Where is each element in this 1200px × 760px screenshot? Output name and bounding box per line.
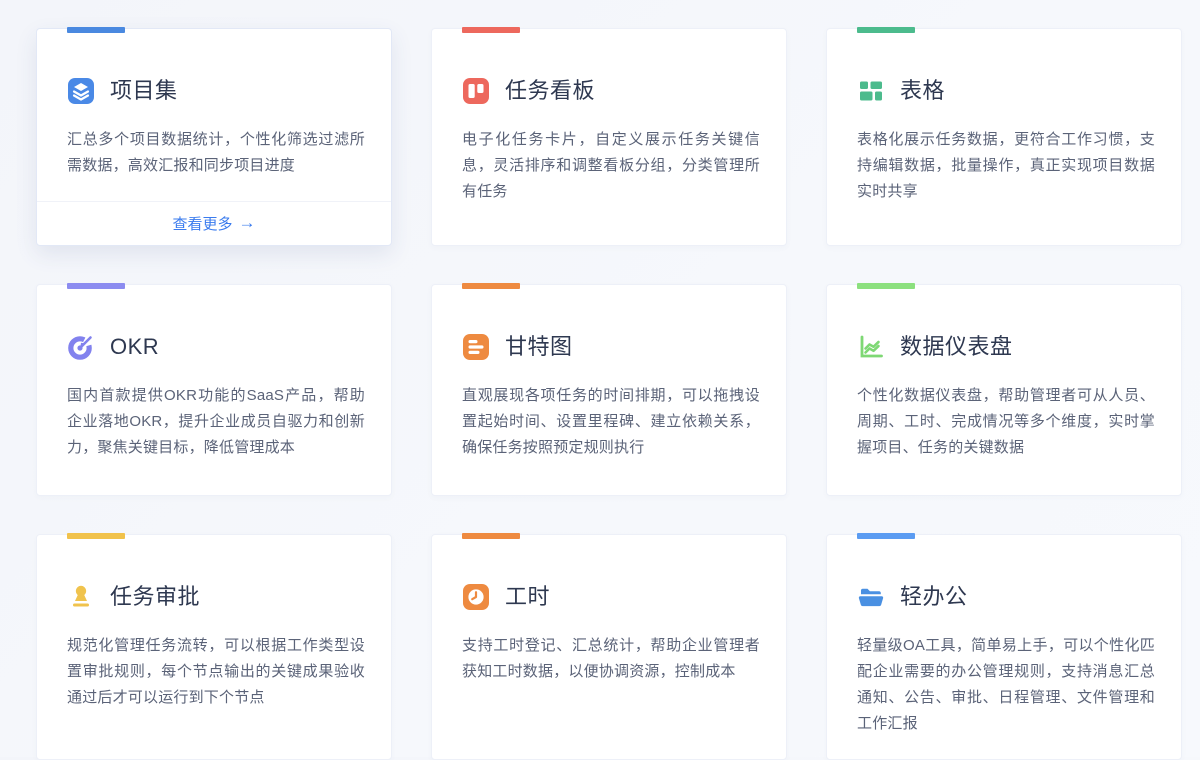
accent-bar <box>462 27 520 33</box>
accent-bar <box>857 27 915 33</box>
card-title: 项目集 <box>110 78 178 103</box>
card-title: 任务审批 <box>110 584 201 609</box>
stamp-icon <box>67 583 95 611</box>
card-description: 国内首款提供OKR功能的SaaS产品，帮助企业落地OKR，提升企业成员自驱力和创… <box>67 387 365 456</box>
card-description: 汇总多个项目数据统计，个性化筛选过滤所需数据，高效汇报和同步项目进度 <box>67 131 365 174</box>
card-title: 数据仪表盘 <box>900 334 1013 359</box>
feature-card-work-hours[interactable]: 工时 支持工时登记、汇总统计，帮助企业管理者获知工时数据，以便协调资源，控制成本 <box>431 533 787 760</box>
accent-bar <box>857 283 915 289</box>
card-description: 支持工时登记、汇总统计，帮助企业管理者获知工时数据，以便协调资源，控制成本 <box>462 637 760 680</box>
view-more-link[interactable]: 查看更多 → <box>172 213 255 234</box>
feature-card-okr[interactable]: OKR 国内首款提供OKR功能的SaaS产品，帮助企业落地OKR，提升企业成员自… <box>36 283 392 496</box>
card-title: OKR <box>110 334 160 359</box>
clock-icon <box>462 583 490 611</box>
card-description: 电子化任务卡片，自定义展示任务关键信息，灵活排序和调整看板分组，分类管理所有任务 <box>462 131 760 200</box>
feature-card-gantt[interactable]: 甘特图 直观展现各项任务的时间排期，可以拖拽设置起始时间、设置里程碑、建立依赖关… <box>431 283 787 496</box>
kanban-icon <box>462 77 490 105</box>
card-description: 表格化展示任务数据，更符合工作习惯，支持编辑数据，批量操作，真正实现项目数据实时… <box>857 131 1155 200</box>
accent-bar <box>462 533 520 539</box>
card-title: 轻办公 <box>900 584 968 609</box>
feature-card-table[interactable]: 表格 表格化展示任务数据，更符合工作习惯，支持编辑数据，批量操作，真正实现项目数… <box>826 27 1182 246</box>
layers-icon <box>67 77 95 105</box>
accent-bar <box>67 27 125 33</box>
card-title: 表格 <box>900 78 946 103</box>
okr-target-icon <box>67 333 95 361</box>
card-footer: 查看更多 → <box>37 201 391 245</box>
accent-bar <box>857 533 915 539</box>
arrow-right-icon: → <box>238 213 256 232</box>
accent-bar <box>67 533 125 539</box>
card-title: 工时 <box>505 584 551 609</box>
card-description: 个性化数据仪表盘，帮助管理者可从人员、周期、工时、完成情况等多个维度，实时掌握项… <box>857 387 1155 456</box>
feature-card-project-set[interactable]: 项目集 汇总多个项目数据统计，个性化筛选过滤所需数据，高效汇报和同步项目进度 查… <box>36 27 392 246</box>
line-chart-icon <box>857 333 885 361</box>
card-description: 规范化管理任务流转，可以根据工作类型设置审批规则，每个节点输出的关键成果验收通过… <box>67 637 365 706</box>
view-more-label: 查看更多 <box>172 216 233 233</box>
feature-card-task-approval[interactable]: 任务审批 规范化管理任务流转，可以根据工作类型设置审批规则，每个节点输出的关键成… <box>36 533 392 760</box>
open-folder-icon <box>857 583 885 611</box>
card-title: 甘特图 <box>505 334 573 359</box>
table-grid-icon <box>857 77 885 105</box>
feature-card-light-office[interactable]: 轻办公 轻量级OA工具，简单易上手，可以个性化匹配企业需要的办公管理规则，支持消… <box>826 533 1182 760</box>
accent-bar <box>67 283 125 289</box>
card-description: 轻量级OA工具，简单易上手，可以个性化匹配企业需要的办公管理规则，支持消息汇总通… <box>857 637 1155 732</box>
card-title: 任务看板 <box>505 78 596 103</box>
card-description: 直观展现各项任务的时间排期，可以拖拽设置起始时间、设置里程碑、建立依赖关系，确保… <box>462 387 760 456</box>
accent-bar <box>462 283 520 289</box>
feature-card-task-board[interactable]: 任务看板 电子化任务卡片，自定义展示任务关键信息，灵活排序和调整看板分组，分类管… <box>431 27 787 246</box>
gantt-icon <box>462 333 490 361</box>
feature-card-grid: 项目集 汇总多个项目数据统计，个性化筛选过滤所需数据，高效汇报和同步项目进度 查… <box>36 27 1182 760</box>
feature-card-dashboard[interactable]: 数据仪表盘 个性化数据仪表盘，帮助管理者可从人员、周期、工时、完成情况等多个维度… <box>826 283 1182 496</box>
